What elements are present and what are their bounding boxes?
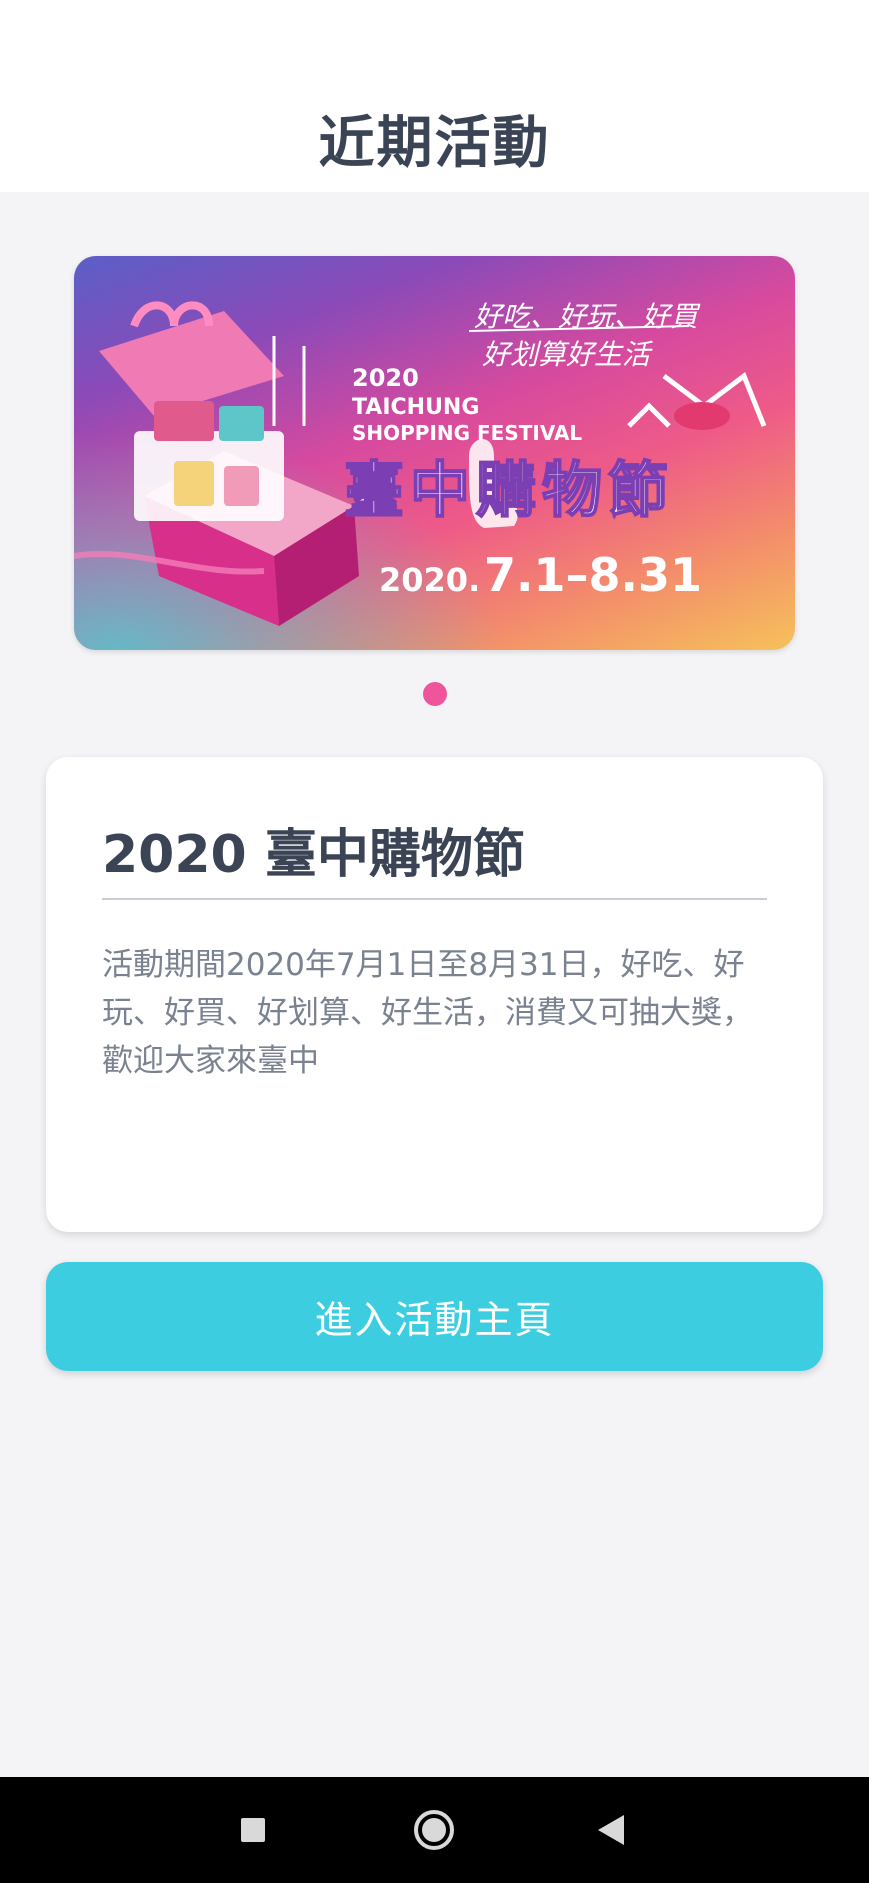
page-title: 近期活動 <box>318 111 551 176</box>
event-info-card: 2020 臺中購物節 活動期間2020年7月1日至8月31日，好吃、好玩、好買、… <box>46 757 823 1232</box>
card-divider <box>102 898 767 900</box>
event-description: 活動期間2020年7月1日至8月31日，好吃、好玩、好買、好划算、好生活，消費又… <box>102 947 753 1079</box>
event-title: 2020 臺中購物節 <box>102 825 525 885</box>
carousel-indicator-active[interactable] <box>423 682 447 706</box>
banner-title-en-1: TAICHUNG <box>352 395 479 420</box>
back-button[interactable] <box>552 1777 672 1883</box>
banner-date-prefix: 2020. <box>379 561 480 599</box>
home-button[interactable] <box>374 1777 494 1883</box>
system-navigation-bar <box>0 1777 869 1883</box>
gift-box-illustration <box>74 301 359 626</box>
banner-title-en-2: SHOPPING FESTIVAL <box>352 421 582 445</box>
banner-artwork: 好吃、好玩、好買 好划算好生活 2020 TAICHUNG SHOPPING F… <box>74 300 767 626</box>
banner-date-range: 7.1–8.31 <box>484 548 702 602</box>
banner-title-zh: 臺中購物節 <box>344 456 674 526</box>
back-icon <box>598 1815 624 1845</box>
recent-apps-button[interactable] <box>193 1777 313 1883</box>
recent-apps-icon <box>241 1818 265 1842</box>
app-header: 近期活動 <box>0 0 869 192</box>
home-icon <box>414 1810 454 1850</box>
banner-year: 2020 <box>352 364 419 392</box>
event-banner[interactable]: 好吃、好玩、好買 好划算好生活 2020 TAICHUNG SHOPPING F… <box>74 256 795 650</box>
enter-event-page-button[interactable]: 進入活動主頁 <box>46 1262 823 1371</box>
banner-tagline-2: 好划算好生活 <box>482 338 654 371</box>
